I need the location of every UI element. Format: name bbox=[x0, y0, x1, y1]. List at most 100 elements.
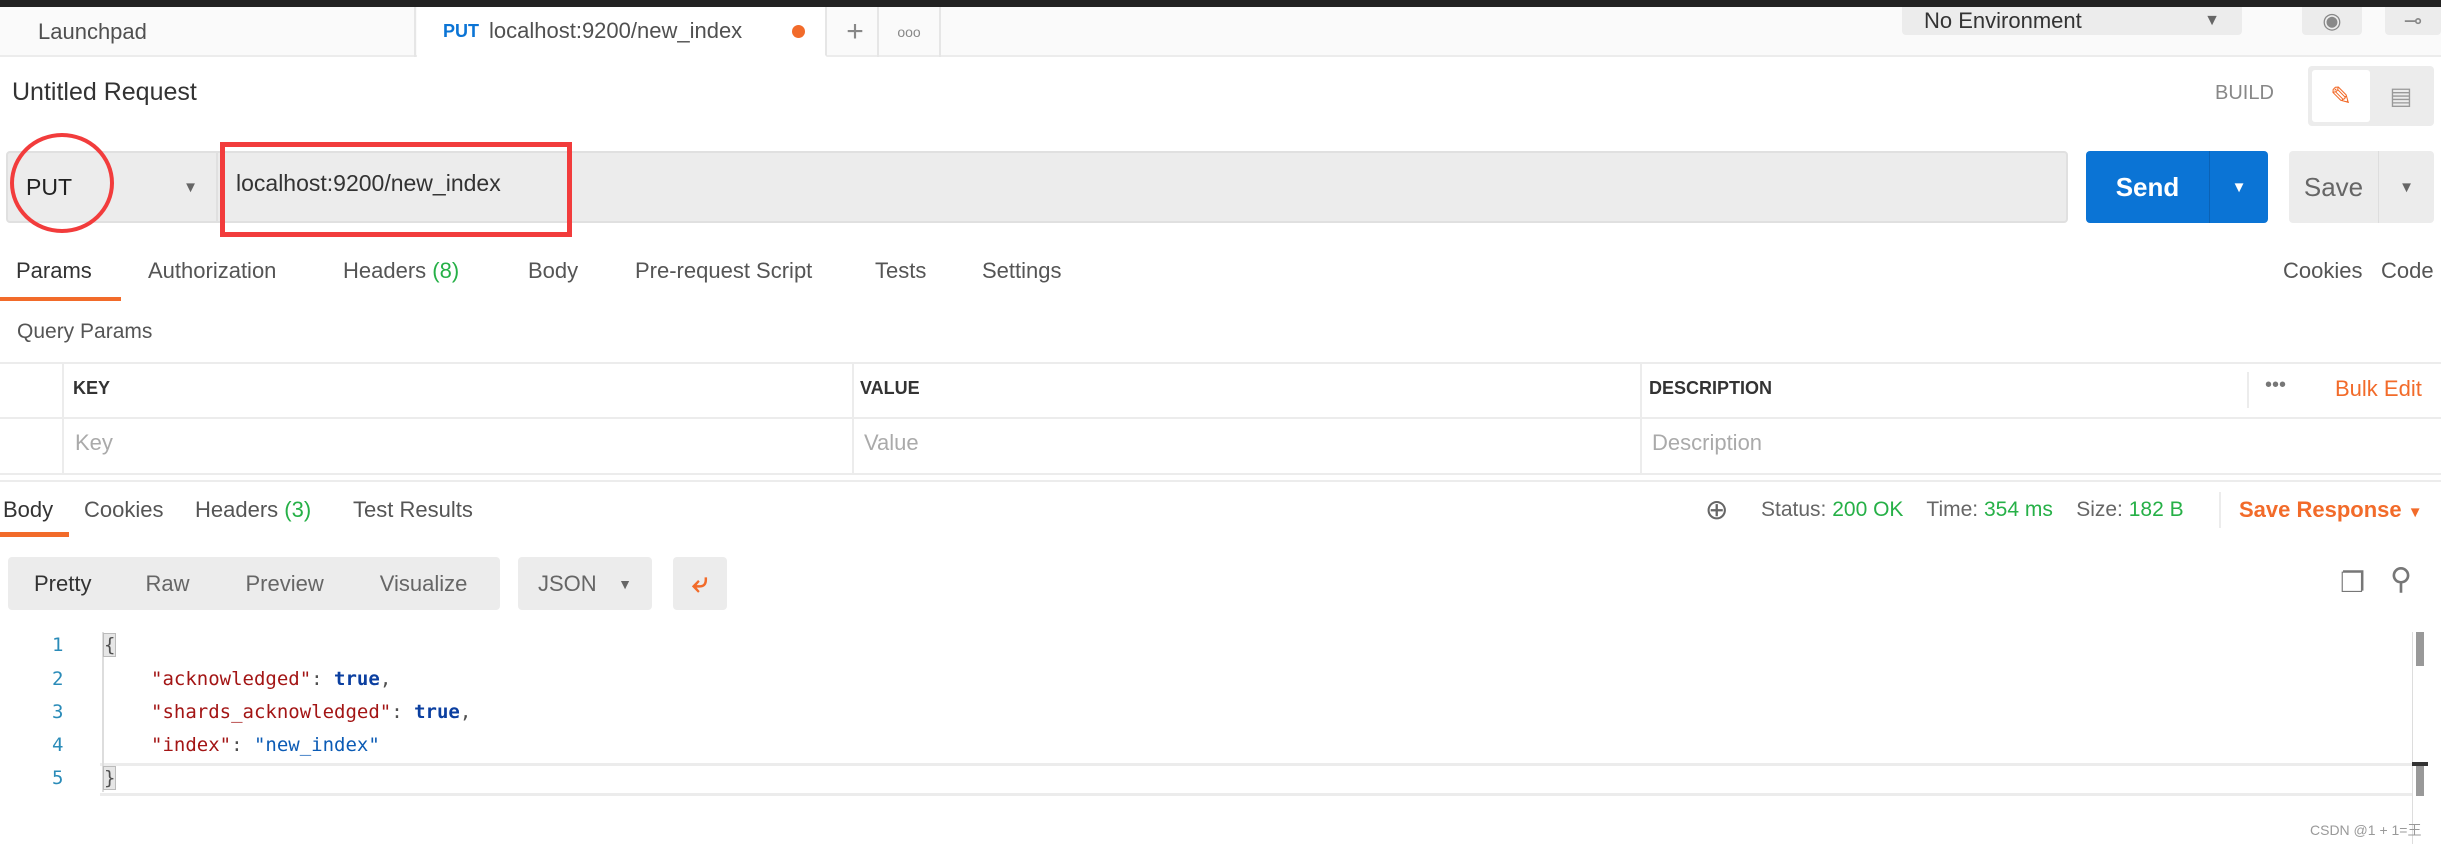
response-tab-headers[interactable]: Headers (3) bbox=[195, 497, 311, 523]
build-mode-label: BUILD bbox=[2215, 82, 2274, 104]
more-icon: ooo bbox=[897, 24, 921, 40]
key-input[interactable]: Key bbox=[75, 430, 113, 456]
tab-settings[interactable]: Settings bbox=[982, 258, 1062, 284]
environment-select[interactable]: No Environment ▼ bbox=[1902, 7, 2242, 35]
save-button[interactable]: Save bbox=[2289, 151, 2379, 223]
code-link[interactable]: Code bbox=[2381, 258, 2434, 284]
tab-pre-request-script[interactable]: Pre-request Script bbox=[635, 258, 812, 284]
code-line: "acknowledged": true, bbox=[151, 668, 392, 690]
query-params-title: Query Params bbox=[17, 320, 153, 343]
divider bbox=[2219, 492, 2221, 528]
tab-label: Headers bbox=[195, 497, 279, 522]
annotation-circle bbox=[10, 133, 114, 233]
json-value: "new_index" bbox=[253, 734, 380, 756]
chevron-down-icon: ▼ bbox=[618, 575, 632, 592]
time-value: 354 ms bbox=[1983, 498, 2053, 521]
response-tab-test-results[interactable]: Test Results bbox=[353, 497, 473, 523]
divider bbox=[0, 480, 2441, 482]
send-button[interactable]: Send bbox=[2086, 151, 2210, 223]
status-value: 200 OK bbox=[1832, 498, 1904, 521]
tab-headers[interactable]: Headers (8) bbox=[343, 258, 459, 284]
column-divider bbox=[852, 362, 854, 474]
globe-icon[interactable]: ⊕ bbox=[1705, 493, 1728, 526]
new-tab-button[interactable]: + bbox=[833, 7, 879, 57]
more-options-button[interactable]: ••• bbox=[2265, 374, 2286, 397]
bulk-edit-button[interactable]: Bulk Edit bbox=[2335, 376, 2422, 402]
mode-pretty[interactable]: Pretty bbox=[34, 571, 91, 597]
tab-request[interactable]: PUT localhost:9200/new_index bbox=[417, 7, 827, 57]
comma: , bbox=[459, 701, 472, 723]
column-header-key: KEY bbox=[73, 378, 111, 398]
mode-visualize[interactable]: Visualize bbox=[380, 571, 468, 597]
line-number: 3 bbox=[52, 701, 64, 723]
watermark: CSDN @1 + 1=王 bbox=[2310, 822, 2422, 838]
manage-environments-button[interactable]: ⊸ bbox=[2385, 7, 2441, 35]
code-line: } bbox=[102, 766, 117, 790]
tab-tests[interactable]: Tests bbox=[875, 258, 926, 284]
comma: , bbox=[379, 668, 392, 690]
language-select[interactable]: JSON ▼ bbox=[518, 557, 652, 610]
tab-method: PUT bbox=[443, 20, 479, 41]
environment-quick-look-button[interactable]: ◉ bbox=[2302, 7, 2362, 35]
tab-options-button[interactable]: ooo bbox=[879, 7, 941, 57]
column-header-value: VALUE bbox=[860, 378, 920, 398]
eye-icon: ◉ bbox=[2322, 8, 2342, 33]
line-number: 1 bbox=[52, 634, 64, 656]
column-divider bbox=[1640, 362, 1642, 474]
headers-count: (3) bbox=[284, 497, 312, 522]
scrollbar-track bbox=[2412, 632, 2413, 844]
save-options-button[interactable]: ▼ bbox=[2379, 151, 2434, 223]
comment-icon: ▤ bbox=[2389, 82, 2413, 110]
annotation-rectangle bbox=[220, 142, 572, 237]
active-line-highlight bbox=[100, 763, 2412, 796]
send-button-group: Send ▼ bbox=[2086, 151, 2268, 223]
size-value: 182 B bbox=[2128, 498, 2184, 521]
build-mode-button[interactable]: ✎ bbox=[2312, 70, 2370, 122]
scrollbar-marker bbox=[2416, 766, 2424, 796]
value-input[interactable]: Value bbox=[864, 430, 919, 456]
save-response-label: Save Response bbox=[2239, 497, 2402, 522]
response-status: Status: 200 OK Time: 354 ms Size: 182 B bbox=[1761, 498, 2184, 522]
unsaved-dot-icon bbox=[792, 24, 805, 38]
pencil-icon: ✎ bbox=[2330, 80, 2352, 111]
column-header-description: DESCRIPTION bbox=[1649, 378, 1773, 398]
headers-count: (8) bbox=[432, 258, 460, 283]
copy-icon[interactable]: ❐ bbox=[2340, 566, 2365, 599]
code-line: { bbox=[102, 633, 117, 657]
tab-launchpad[interactable]: Launchpad bbox=[16, 7, 416, 57]
chevron-down-icon: ▼ bbox=[183, 178, 198, 196]
response-tab-cookies[interactable]: Cookies bbox=[84, 497, 163, 523]
more-icon: ••• bbox=[2265, 374, 2287, 396]
column-divider bbox=[2247, 372, 2249, 408]
tab-params[interactable]: Params bbox=[16, 258, 92, 284]
tab-body[interactable]: Body bbox=[528, 258, 578, 284]
mode-preview[interactable]: Preview bbox=[245, 571, 323, 597]
window-top-bar bbox=[0, 0, 2441, 7]
cookies-link[interactable]: Cookies bbox=[2283, 258, 2362, 284]
json-key: "shards_acknowledged" bbox=[151, 701, 392, 723]
save-response-button[interactable]: Save Response ▼ bbox=[2239, 497, 2423, 523]
scrollbar-thumb[interactable] bbox=[2416, 632, 2424, 666]
settings-sliders-icon: ⊸ bbox=[2403, 8, 2423, 33]
json-key: "index" bbox=[151, 734, 232, 756]
comments-button[interactable]: ▤ bbox=[2372, 70, 2430, 122]
line-number: 5 bbox=[52, 767, 64, 789]
environment-label: No Environment bbox=[1924, 8, 2082, 33]
description-input[interactable]: Description bbox=[1652, 430, 1762, 456]
divider bbox=[0, 362, 2441, 364]
active-tab-underline bbox=[0, 297, 121, 301]
tab-label: Launchpad bbox=[38, 19, 147, 44]
time-label: Time: bbox=[1926, 498, 1979, 521]
active-tab-underline bbox=[0, 532, 69, 537]
column-divider bbox=[62, 362, 64, 474]
send-options-button[interactable]: ▼ bbox=[2210, 151, 2268, 223]
divider bbox=[0, 417, 2441, 419]
mode-raw[interactable]: Raw bbox=[145, 571, 189, 597]
wrap-lines-button[interactable]: ⤶ bbox=[673, 557, 727, 610]
divider bbox=[0, 473, 2441, 475]
response-tab-body[interactable]: Body bbox=[3, 497, 53, 523]
save-button-group: Save ▼ bbox=[2289, 151, 2434, 223]
tab-authorization[interactable]: Authorization bbox=[148, 258, 276, 284]
search-icon[interactable]: ⚲ bbox=[2390, 562, 2412, 597]
chevron-down-icon: ▼ bbox=[2204, 12, 2220, 29]
